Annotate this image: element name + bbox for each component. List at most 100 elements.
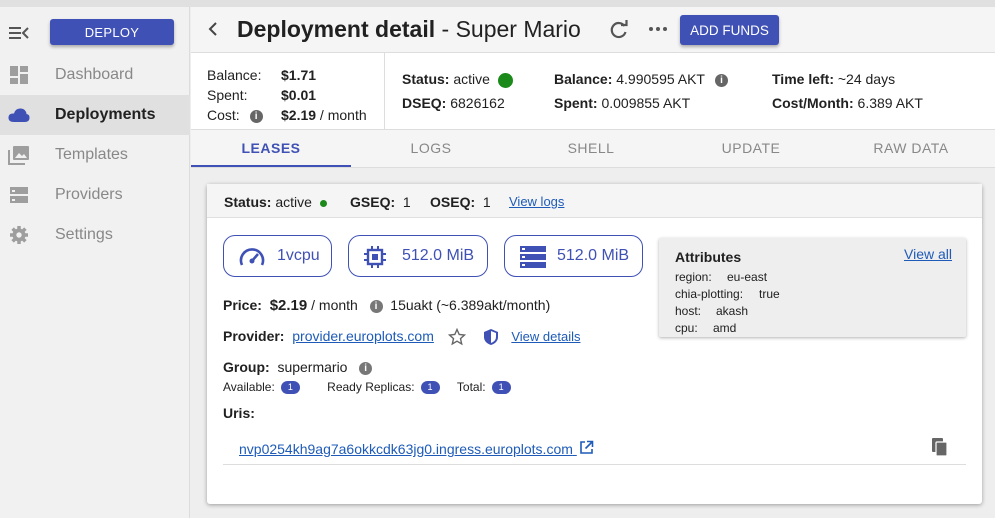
- info-icon[interactable]: i: [369, 299, 383, 313]
- cost-month-value: 6.389 AKT: [857, 95, 923, 111]
- status-field: Status: active: [402, 71, 513, 88]
- price-unit: / month: [307, 297, 358, 313]
- provider-link[interactable]: provider.europlots.com: [292, 328, 434, 344]
- sidebar: DEPLOY Dashboard Deployments Templates P…: [0, 7, 190, 518]
- sidebar-item-settings[interactable]: Settings: [0, 215, 190, 255]
- tab-shell[interactable]: SHELL: [511, 130, 671, 167]
- attribute-row: cpu: amd: [675, 321, 737, 335]
- storage-value: 512.0 MiB: [557, 247, 630, 264]
- sidebar-item-dashboard[interactable]: Dashboard: [0, 55, 190, 95]
- ready-replicas-count: 1: [420, 381, 440, 395]
- deployment-summary: Balance: $1.71 Spent: $0.01 Cost: i $2.19 / …: [191, 52, 995, 131]
- browser-top-strip: [0, 0, 995, 7]
- title-separator: -: [435, 16, 456, 42]
- tab-leases[interactable]: LEASES: [191, 130, 351, 167]
- copy-icon[interactable]: [931, 437, 949, 457]
- total-count: 1: [491, 381, 511, 395]
- cpu-value: 1vcpu: [277, 247, 320, 264]
- storage-icon: [10, 187, 28, 203]
- spent-value: $0.01: [281, 87, 317, 103]
- photo-library-icon: [8, 146, 29, 165]
- tab-raw-data[interactable]: RAW DATA: [831, 130, 991, 167]
- oseq-value: 1: [482, 194, 491, 210]
- cost-value: $2.19: [281, 107, 317, 123]
- group-value: supermario: [277, 359, 348, 375]
- title-text: Deployment detail: [237, 16, 436, 42]
- menu-collapse-icon[interactable]: [8, 24, 30, 42]
- memory-chip: 512.0 MiB: [348, 235, 488, 277]
- time-left-field: Time left: ~24 days: [772, 71, 896, 87]
- cpu-chip: 1vcpu: [223, 235, 332, 277]
- cloud-icon: [8, 108, 30, 122]
- ready-replicas-label: Ready Replicas:: [327, 380, 415, 394]
- info-icon[interactable]: i: [715, 73, 728, 87]
- attribute-row: region: eu-east: [675, 270, 768, 284]
- uris-label: Uris:: [223, 405, 255, 421]
- lease-card: Status: active GSEQ: 1 OSEQ: 1 View logs…: [207, 184, 982, 504]
- tab-logs[interactable]: LOGS: [351, 130, 511, 167]
- app-root: DEPLOY Dashboard Deployments Templates P…: [0, 0, 995, 518]
- attributes-panel: Attributes View all region: eu-east chia-…: [659, 238, 966, 337]
- cost-month-field: Cost/Month: 6.389 AKT: [772, 95, 923, 111]
- replicas-row: Available: 1 Ready Replicas: 1 Total: 1: [223, 380, 511, 395]
- sidebar-item-label: Dashboard: [55, 66, 134, 83]
- time-left-value: ~24 days: [837, 71, 896, 87]
- attribute-row: chia-plotting: true: [675, 287, 780, 301]
- price-value: $2.19: [269, 297, 308, 314]
- more-options-icon[interactable]: [648, 25, 668, 33]
- sidebar-item-providers[interactable]: Providers: [0, 175, 190, 215]
- view-all-link[interactable]: View all: [904, 246, 952, 262]
- page-header: Deployment detail - Super Mario ADD FUND…: [191, 7, 995, 52]
- cost-summary: Balance: $1.71 Spent: $0.01 Cost: i $2.19 / …: [207, 65, 367, 125]
- oseq-field: OSEQ: 1: [430, 194, 491, 210]
- star-outline-icon[interactable]: [447, 328, 466, 346]
- balance-label: Balance:: [207, 67, 262, 83]
- speedometer-icon: [239, 248, 265, 266]
- available-count: 1: [280, 381, 300, 395]
- attribute-row: host: akash: [675, 304, 749, 318]
- dashboard-icon: [10, 66, 28, 84]
- page-title: Deployment detail - Super Mario: [237, 16, 581, 43]
- dseq-value: 6826162: [450, 95, 505, 111]
- tab-update[interactable]: UPDATE: [671, 130, 831, 167]
- provider-row: Provider: provider.europlots.com View de…: [223, 328, 580, 346]
- attributes-title: Attributes: [675, 249, 742, 265]
- open-in-new-icon: [579, 440, 594, 454]
- lease-card-header: Status: active GSEQ: 1 OSEQ: 1 View logs: [207, 184, 982, 218]
- storage-chip: 512.0 MiB: [504, 235, 643, 277]
- gseq-field: GSEQ: 1: [350, 194, 411, 210]
- gseq-value: 1: [402, 194, 411, 210]
- lease-status: Status: active: [224, 194, 327, 210]
- refresh-icon[interactable]: [609, 20, 629, 40]
- add-funds-button[interactable]: ADD FUNDS: [680, 15, 779, 45]
- uri-link[interactable]: nvp0254kh9ag7a6okkcdk63jg0.ingress.europ…: [239, 440, 594, 457]
- gear-icon: [10, 226, 28, 244]
- view-details-link[interactable]: View details: [511, 329, 580, 344]
- lease-status-value: active: [275, 194, 312, 210]
- memory-value: 512.0 MiB: [402, 247, 475, 264]
- info-icon[interactable]: i: [359, 361, 373, 375]
- price-row: Price: $2.19 / month i 15uakt (~6.389akt…: [223, 297, 551, 314]
- sidebar-item-label: Settings: [55, 226, 113, 243]
- status-value: active: [453, 71, 490, 87]
- deploy-button[interactable]: DEPLOY: [50, 19, 174, 45]
- verified-shield-icon: [483, 329, 498, 346]
- info-icon[interactable]: i: [249, 109, 263, 123]
- sidebar-nav: Dashboard Deployments Templates Provider…: [0, 55, 190, 255]
- sidebar-item-label: Templates: [55, 146, 128, 163]
- storage-icon: [520, 246, 546, 268]
- status-active-dot: [319, 199, 327, 207]
- spent-akt-value: 0.009855 AKT: [601, 95, 691, 111]
- cost-label: Cost: i: [207, 107, 281, 123]
- summary-divider: [384, 53, 385, 131]
- memory-chip-icon: [364, 246, 386, 268]
- sidebar-item-templates[interactable]: Templates: [0, 135, 190, 175]
- group-row: Group: supermario i: [223, 359, 373, 375]
- sidebar-item-deployments[interactable]: Deployments: [0, 95, 190, 135]
- available-label: Available:: [223, 380, 275, 394]
- dseq-field: DSEQ: 6826162: [402, 95, 505, 111]
- sidebar-item-label: Deployments: [55, 106, 156, 123]
- balance-value: $1.71: [281, 67, 317, 83]
- back-arrow-icon[interactable]: [207, 21, 219, 37]
- view-logs-link[interactable]: View logs: [509, 194, 564, 209]
